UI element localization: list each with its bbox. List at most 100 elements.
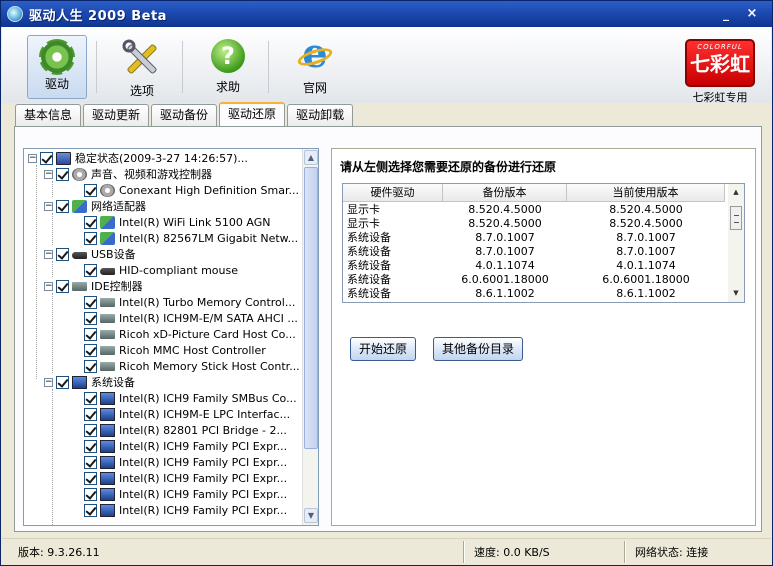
tree-root[interactable]: − 稳定状态(2009-3-27 14:26:57)... [28,150,248,166]
tree-group-system[interactable]: − 系统设备 [44,374,135,390]
scroll-thumb[interactable] [730,206,742,230]
tree-item[interactable]: Intel(R) WiFi Link 5100 AGN [84,214,270,230]
column-header[interactable]: 备份版本 [443,184,567,202]
tree-item[interactable]: Ricoh MMC Host Controller [84,342,266,358]
tree-checkbox[interactable] [84,359,97,373]
tree-item[interactable]: Intel(R) ICH9M-E/M SATA AHCI ... [84,310,298,326]
tree-checkbox[interactable] [84,231,97,245]
tree-checkbox[interactable] [84,471,97,485]
tree-group-ide[interactable]: − IDE控制器 [44,278,143,294]
tab-driver-update[interactable]: 驱动更新 [83,104,150,126]
restore-table[interactable]: 硬件驱动 备份版本 当前使用版本 显示卡 8.520.4.5000 8.520.4.… [342,183,745,303]
colorful-logo: COLORFUL 七彩虹 [685,39,755,87]
scroll-thumb[interactable] [304,167,318,449]
tree-checkbox[interactable] [84,311,97,325]
collapse-toggle[interactable]: − [28,153,37,163]
system-icon [100,391,115,405]
toolbar-driver-button[interactable]: 驱动 [27,35,87,99]
tree-checkbox[interactable] [56,279,69,293]
toolbar-options-button[interactable]: 选项 [112,35,172,99]
column-header[interactable]: 当前使用版本 [567,184,725,202]
scroll-down-arrow-icon[interactable]: ▼ [729,286,743,301]
tree-item[interactable]: Intel(R) ICH9 Family PCI Expr... [84,454,287,470]
tree-checkbox[interactable] [56,167,69,181]
table-row[interactable]: 系统设备 8.6.1.1002 8.6.1.1002 [343,287,725,301]
start-restore-button[interactable]: 开始还原 [350,337,417,361]
collapse-toggle[interactable]: − [44,169,53,179]
tree-checkbox[interactable] [40,151,53,165]
tree-group-network[interactable]: − 网络适配器 [44,198,146,214]
system-icon [100,487,115,501]
tree-checkbox[interactable] [84,439,97,453]
tree-checkbox[interactable] [84,487,97,501]
collapse-toggle[interactable]: − [44,377,53,387]
network-icon [100,215,115,229]
table-row[interactable]: 显示卡 8.520.4.5000 8.520.4.5000 [343,217,725,231]
tree-item[interactable]: Intel(R) ICH9 Family PCI Expr... [84,470,287,486]
tree-checkbox[interactable] [84,343,97,357]
tree-checkbox[interactable] [84,423,97,437]
table-row[interactable]: 系统设备 4.0.1.1074 4.0.1.1074 [343,259,725,273]
tree-item[interactable]: Intel(R) ICH9 Family SMBus Co... [84,390,297,406]
title-bar[interactable]: 驱动人生 2009 Beta _ × [1,1,772,27]
tree-checkbox[interactable] [84,407,97,421]
tree-checkbox[interactable] [84,183,97,197]
tree-item[interactable]: Intel(R) ICH9 Family PCI Expr... [84,438,287,454]
collapse-toggle[interactable]: − [44,249,53,259]
collapse-toggle[interactable]: − [44,201,53,211]
tree-item[interactable]: Ricoh Memory Stick Host Contr... [84,358,300,374]
tree-checkbox[interactable] [84,455,97,469]
tab-driver-restore[interactable]: 驱动还原 [219,102,286,126]
tab-driver-backup[interactable]: 驱动备份 [151,104,218,126]
table-scrollbar[interactable]: ▲ ▼ [728,184,744,302]
scroll-down-arrow-icon[interactable]: ▼ [304,508,318,523]
tree-item[interactable]: Conexant High Definition Smar... [84,182,299,198]
table-row[interactable]: 显示卡 8.520.4.5000 8.520.4.5000 [343,203,725,217]
system-icon [100,471,115,485]
collapse-toggle[interactable]: − [44,281,53,291]
restore-instruction: 请从左侧选择您需要还原的备份进行还原 [340,160,557,174]
minimize-button[interactable]: _ [717,6,735,22]
toolbar-driver-label: 驱动 [44,77,69,91]
tree-item[interactable]: Intel(R) ICH9 Family PCI Expr... [84,486,287,502]
tree-checkbox[interactable] [84,295,97,309]
tree-group-usb[interactable]: − USB设备 [44,246,136,262]
gear-icon [39,39,75,75]
tree-checkbox[interactable] [56,247,69,261]
toolbar-website-button[interactable]: e 官网 [285,30,345,99]
tree-item[interactable]: Intel(R) Turbo Memory Control... [84,294,295,310]
tree-checkbox[interactable] [84,391,97,405]
tree-checkbox[interactable] [84,263,97,277]
tree-item[interactable]: Ricoh xD-Picture Card Host Co... [84,326,296,342]
tree-checkbox[interactable] [84,327,97,341]
tree-item[interactable]: Intel(R) ICH9 Family PCI Expr... [84,502,287,518]
table-row[interactable]: 系统设备 8.7.0.1007 8.7.0.1007 [343,231,725,245]
tab-driver-uninstall[interactable]: 驱动卸载 [287,104,354,126]
status-bar: 版本: 9.3.26.11 速度: 0.0 KB/S 网络状态: 连接 [2,538,771,565]
scroll-up-arrow-icon[interactable]: ▲ [304,150,318,165]
other-backup-dir-button[interactable]: 其他备份目录 [433,337,524,361]
close-button[interactable]: × [743,6,761,22]
window-title: 驱动人生 2009 Beta [29,8,167,24]
table-row[interactable]: 系统设备 8.7.0.1007 8.7.0.1007 [343,245,725,259]
tree-checkbox[interactable] [84,503,97,517]
scroll-up-arrow-icon[interactable]: ▲ [729,185,743,200]
tree-item[interactable]: Intel(R) ICH9M-E LPC Interfac... [84,406,290,422]
tree-item[interactable]: Intel(R) 82801 PCI Bridge - 2... [84,422,287,438]
tab-basic-info[interactable]: 基本信息 [15,104,82,126]
toolbar-help-button[interactable]: ? 求助 [198,35,258,99]
table-row[interactable]: 系统设备 6.0.6001.18000 6.0.6001.18000 [343,273,725,287]
tree-checkbox[interactable] [56,375,69,389]
table-header: 硬件驱动 备份版本 当前使用版本 [343,184,725,202]
column-header[interactable]: 硬件驱动 [343,184,443,202]
tree-item[interactable]: Intel(R) 82567LM Gigabit Netw... [84,230,298,246]
tree-group-sound[interactable]: − 声音、视频和游戏控制器 [44,166,212,182]
tree-checkbox[interactable] [56,199,69,213]
tree-item[interactable]: HID-compliant mouse [84,262,238,278]
mouse-icon [100,268,115,275]
toolbar-website-label: 官网 [302,81,327,95]
tree-checkbox[interactable] [84,215,97,229]
backup-tree[interactable]: − 稳定状态(2009-3-27 14:26:57)... − 声音、视频和游戏… [23,148,319,526]
tree-scrollbar[interactable]: ▲ ▼ [302,149,318,525]
ide-icon [72,281,87,291]
